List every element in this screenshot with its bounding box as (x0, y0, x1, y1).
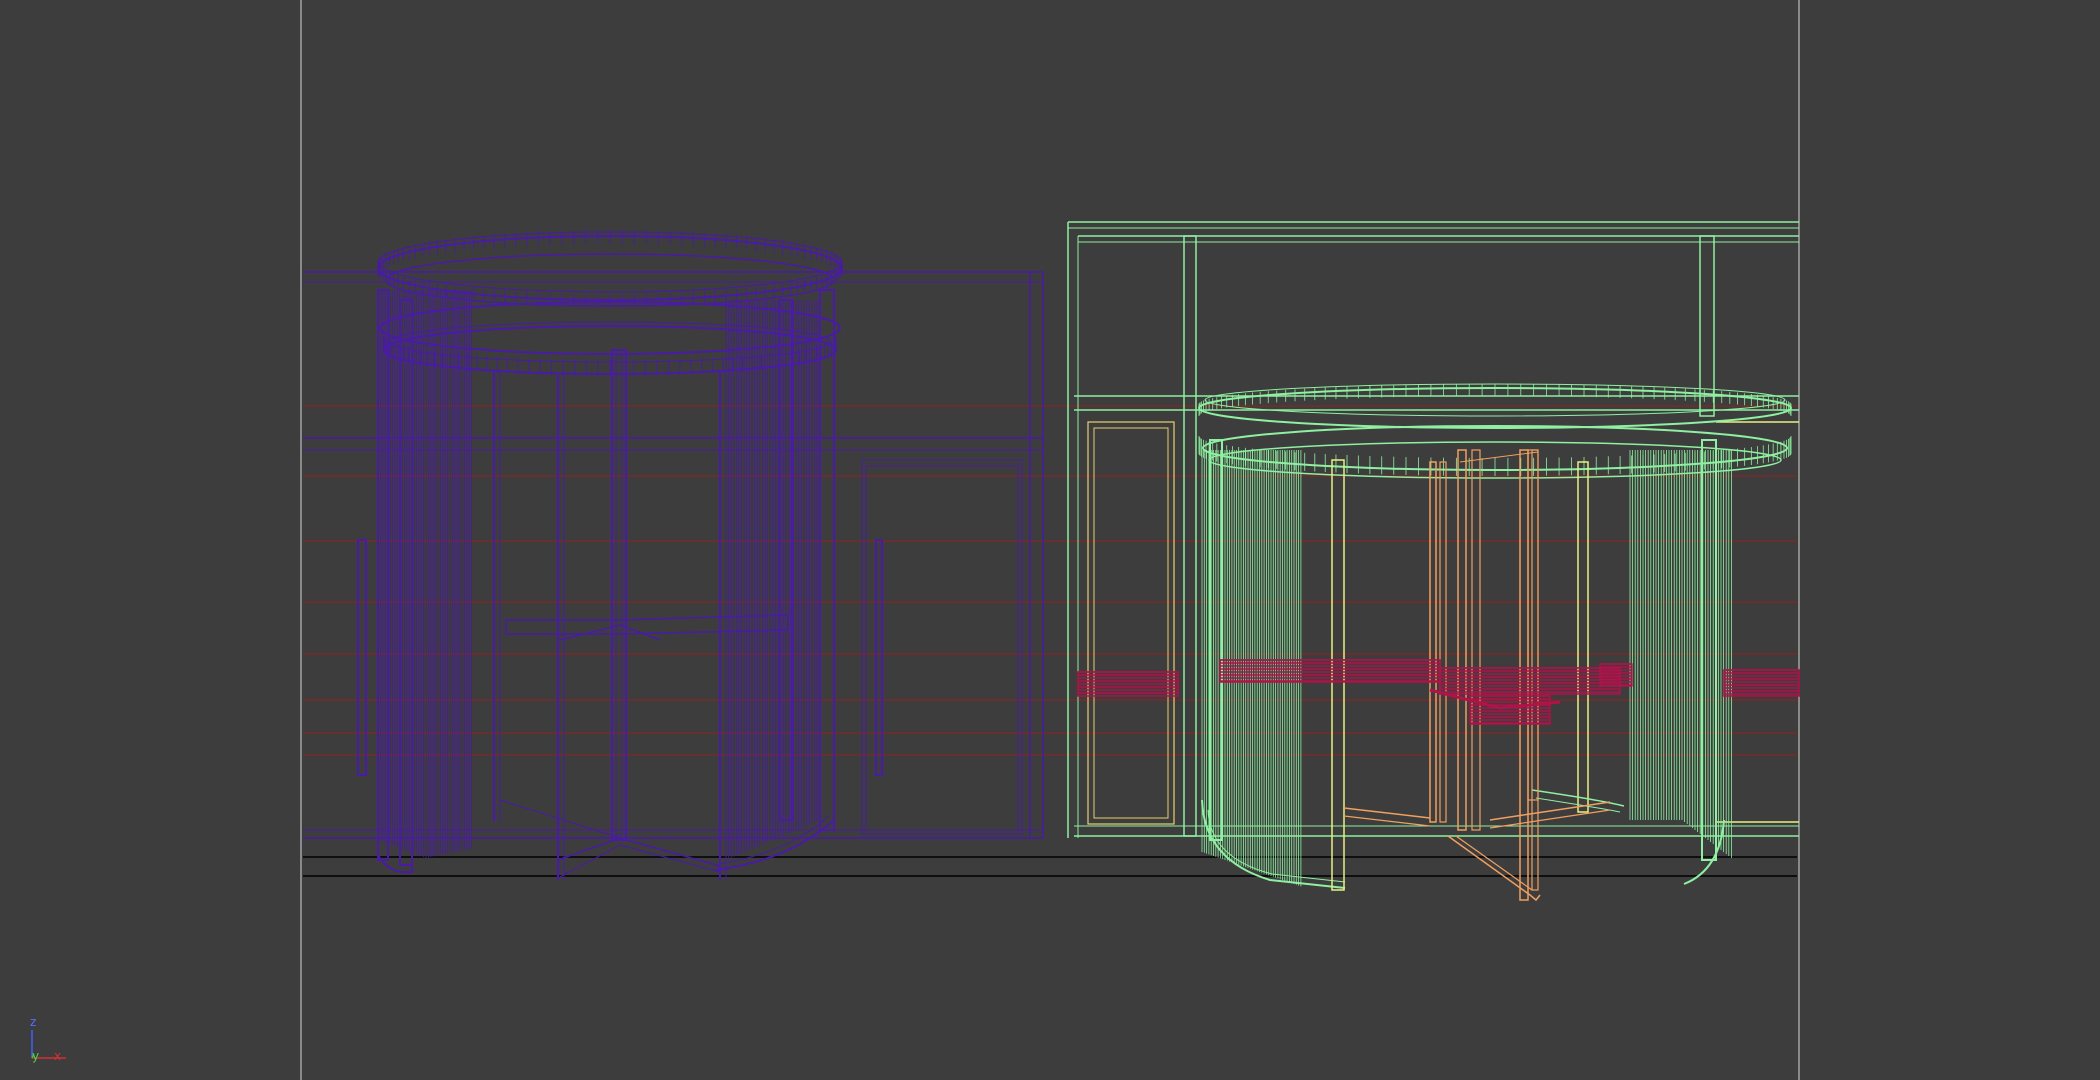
z-axis-label: z (30, 1015, 37, 1029)
grid-lines (303, 405, 1797, 756)
safe-frame (300, 0, 1800, 1080)
y-axis-label: y (32, 1049, 40, 1063)
revolving-door-right[interactable] (1067, 221, 1799, 902)
ground-plane (303, 856, 1797, 877)
wireframe-scene[interactable] (0, 0, 2100, 1080)
revolving-door-left[interactable] (303, 230, 1044, 880)
x-axis-label: x (54, 1049, 62, 1063)
axis-tripod-icon: z y x (26, 1010, 86, 1070)
handrail-right[interactable] (1077, 659, 1800, 725)
perspective-viewport[interactable]: z y x (0, 0, 2100, 1080)
